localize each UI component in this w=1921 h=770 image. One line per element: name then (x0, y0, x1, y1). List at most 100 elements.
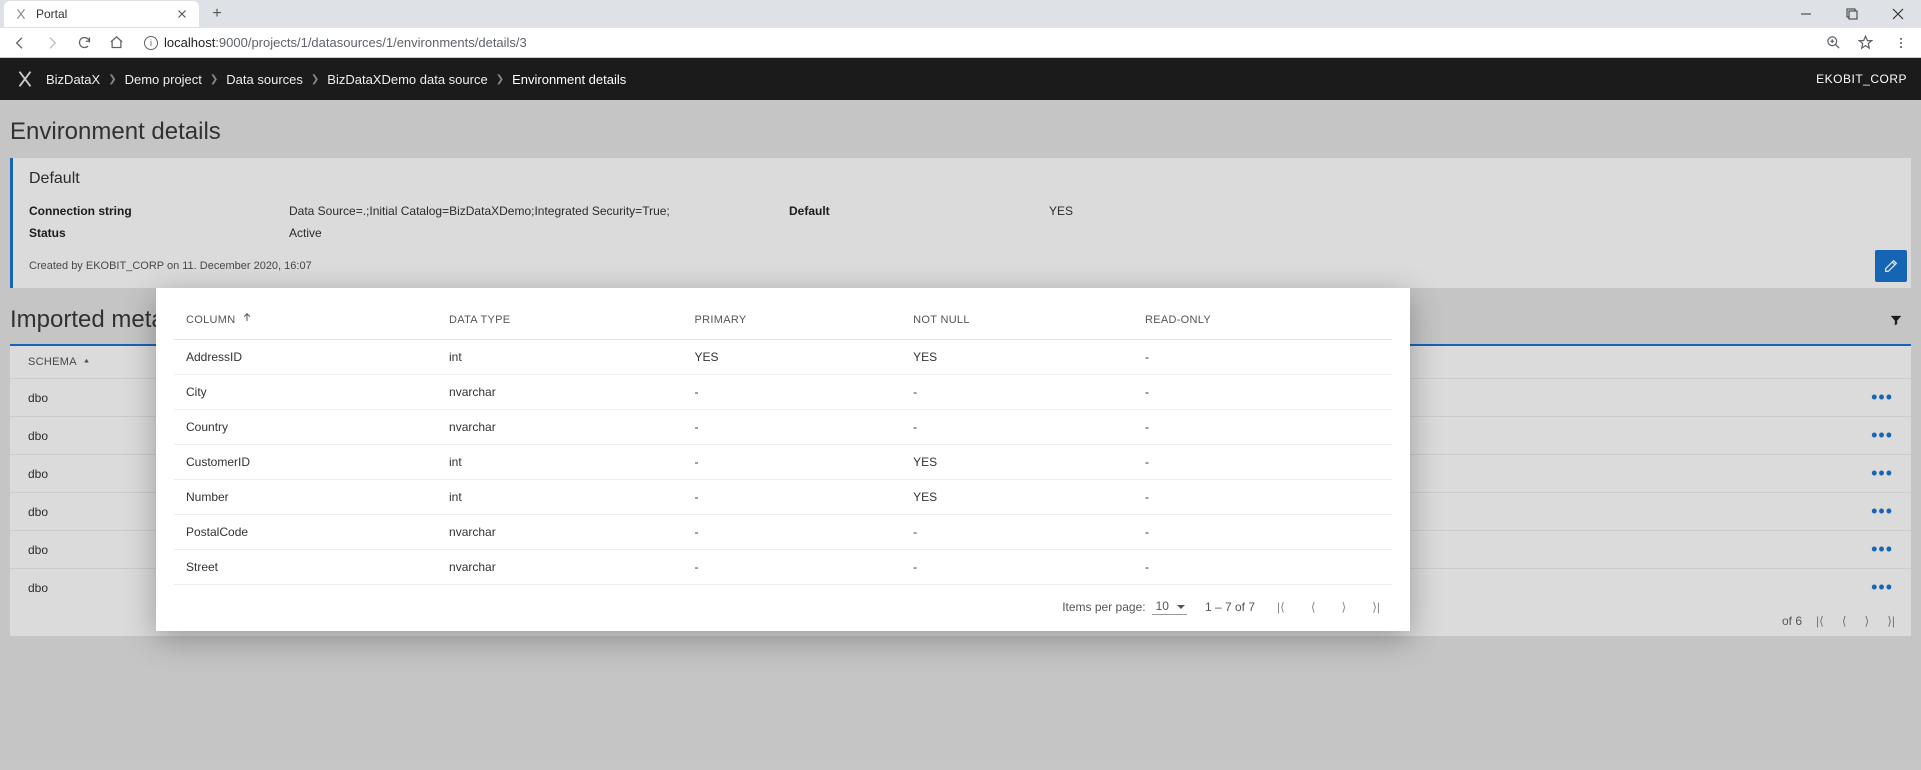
chevron-right-icon: ❯ (108, 74, 116, 85)
next-page-icon[interactable]: ⟩ (1861, 614, 1874, 628)
app-logo-icon[interactable] (14, 68, 36, 90)
home-button[interactable] (102, 29, 130, 57)
schema-cell: dbo (28, 543, 48, 557)
tab-favicon-icon (14, 7, 28, 21)
cell-datatype: int (437, 340, 683, 375)
items-per-page-label: Items per page: (1062, 600, 1145, 614)
row-actions-icon[interactable]: ••• (1871, 539, 1893, 560)
breadcrumb-1[interactable]: Demo project (125, 72, 202, 87)
col-header-column[interactable]: COLUMN (174, 302, 437, 340)
col-header-notnull[interactable]: NOT NULL (901, 302, 1133, 340)
cell-primary: YES (683, 340, 902, 375)
table-row: Citynvarchar--- (174, 375, 1392, 410)
cell-readonly: - (1133, 340, 1392, 375)
new-tab-button[interactable]: + (207, 4, 227, 24)
cell-notnull: YES (901, 445, 1133, 480)
col-header-datatype[interactable]: DATA TYPE (437, 302, 683, 340)
row-actions-icon[interactable]: ••• (1871, 577, 1893, 598)
breadcrumb: BizDataX ❯ Demo project ❯ Data sources ❯… (46, 72, 626, 87)
current-user[interactable]: EKOBIT_CORP (1816, 72, 1907, 86)
sort-asc-icon (241, 312, 253, 327)
prev-page-icon[interactable]: ⟨ (1307, 600, 1320, 614)
breadcrumb-root[interactable]: BizDataX (46, 72, 100, 87)
last-page-icon[interactable]: ⟩| (1368, 600, 1384, 614)
cell-readonly: - (1133, 480, 1392, 515)
tab-bar: Portal + (0, 0, 1921, 28)
cell-notnull: - (901, 375, 1133, 410)
forward-button[interactable] (38, 29, 66, 57)
table-row: CustomerIDint-YES- (174, 445, 1392, 480)
chevron-right-icon: ❯ (311, 74, 319, 85)
schema-cell: dbo (28, 467, 48, 481)
page-size-selector[interactable]: Items per page: 10 (1062, 599, 1187, 615)
col-header-primary[interactable]: PRIMARY (683, 302, 902, 340)
page-title: Environment details (10, 118, 1911, 146)
tab-close-icon[interactable] (175, 7, 189, 21)
cell-primary: - (683, 375, 902, 410)
page-size-value[interactable]: 10 (1152, 599, 1187, 615)
table-row: Numberint-YES- (174, 480, 1392, 515)
minimize-button[interactable] (1783, 0, 1829, 28)
col-header-readonly[interactable]: READ-ONLY (1133, 302, 1392, 340)
environment-card: Default Connection string Data Source=.;… (10, 158, 1911, 288)
next-page-icon[interactable]: ⟩ (1338, 600, 1351, 614)
cell-readonly: - (1133, 550, 1392, 585)
prev-page-icon[interactable]: ⟨ (1838, 614, 1851, 628)
cell-column: Number (174, 480, 437, 515)
last-page-icon[interactable]: ⟩| (1883, 614, 1899, 628)
row-actions-icon[interactable]: ••• (1871, 463, 1893, 484)
breadcrumb-2[interactable]: Data sources (226, 72, 303, 87)
schema-cell: dbo (28, 391, 48, 405)
default-value: YES (1049, 204, 1895, 218)
schema-cell: dbo (28, 581, 48, 595)
back-button[interactable] (6, 29, 34, 57)
cell-primary: - (683, 550, 902, 585)
cell-datatype: nvarchar (437, 515, 683, 550)
chevron-right-icon: ❯ (496, 74, 504, 85)
browser-tab[interactable]: Portal (4, 1, 199, 27)
cell-readonly: - (1133, 515, 1392, 550)
cell-primary: - (683, 410, 902, 445)
app-header: BizDataX ❯ Demo project ❯ Data sources ❯… (0, 58, 1921, 100)
modal-pager: Items per page: 10 1 – 7 of 7 |⟨ ⟨ ⟩ ⟩| (174, 585, 1392, 621)
table-row: PostalCodenvarchar--- (174, 515, 1392, 550)
browser-toolbar: i localhost:9000/projects/1/datasources/… (0, 28, 1921, 58)
star-icon[interactable] (1851, 35, 1879, 50)
first-page-icon[interactable]: |⟨ (1812, 614, 1828, 628)
first-page-icon[interactable]: |⟨ (1273, 600, 1289, 614)
close-window-button[interactable] (1875, 0, 1921, 28)
cell-column: CustomerID (174, 445, 437, 480)
maximize-button[interactable] (1829, 0, 1875, 28)
status-value: Active (289, 226, 789, 240)
cell-column: PostalCode (174, 515, 437, 550)
filter-button[interactable] (1881, 313, 1911, 327)
row-actions-icon[interactable]: ••• (1871, 501, 1893, 522)
cell-notnull: - (901, 550, 1133, 585)
breadcrumb-3[interactable]: BizDataXDemo data source (327, 72, 487, 87)
cell-notnull: YES (901, 480, 1133, 515)
columns-modal: COLUMN DATA TYPE PRIMARY NOT NULL READ-O… (156, 288, 1410, 631)
row-actions-icon[interactable]: ••• (1871, 425, 1893, 446)
browser-menu-icon[interactable] (1887, 36, 1915, 50)
table-row: Countrynvarchar--- (174, 410, 1392, 445)
cell-datatype: int (437, 445, 683, 480)
metadata-range: of 6 (1782, 614, 1802, 628)
edit-button[interactable] (1875, 250, 1907, 282)
zoom-icon[interactable] (1819, 35, 1847, 50)
conn-label: Connection string (29, 204, 289, 218)
cell-primary: - (683, 445, 902, 480)
schema-cell: dbo (28, 429, 48, 443)
cell-datatype: nvarchar (437, 375, 683, 410)
cell-datatype: int (437, 480, 683, 515)
cell-readonly: - (1133, 410, 1392, 445)
url-bar[interactable]: i localhost:9000/projects/1/datasources/… (134, 30, 1815, 56)
modal-range: 1 – 7 of 7 (1205, 600, 1255, 614)
status-label: Status (29, 226, 289, 240)
browser-chrome: Portal + i localhost:9000/projects/1/dat… (0, 0, 1921, 58)
site-info-icon[interactable]: i (144, 36, 158, 50)
row-actions-icon[interactable]: ••• (1871, 387, 1893, 408)
reload-button[interactable] (70, 29, 98, 57)
cell-notnull: - (901, 515, 1133, 550)
cell-column: City (174, 375, 437, 410)
cell-readonly: - (1133, 375, 1392, 410)
